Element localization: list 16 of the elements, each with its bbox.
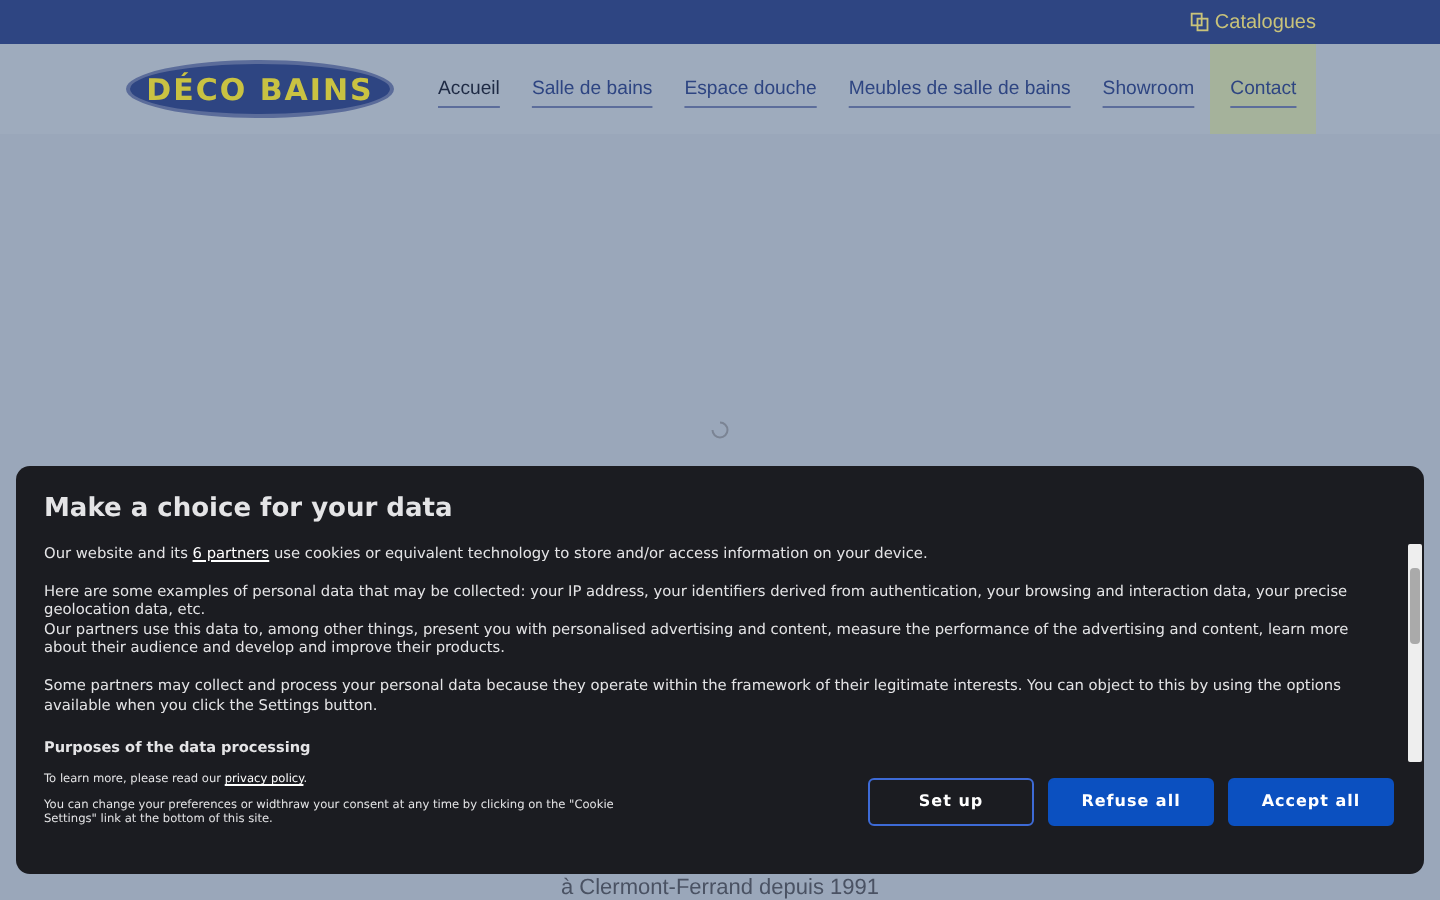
dialog-title: Make a choice for your data [44,494,455,524]
nav-link[interactable]: Contact [1210,44,1317,134]
consent-button[interactable]: Accept all [1228,777,1394,826]
consent-button[interactable]: Set up [868,777,1034,826]
consent-button[interactable]: Refuse all [1048,777,1214,826]
scrollbar-thumb[interactable] [1410,568,1420,644]
nav-link[interactable]: Salle de bains [515,44,669,134]
nav-link[interactable]: Accueil [422,44,516,134]
nav-link[interactable]: Showroom [1086,44,1211,134]
logo[interactable]: DÉCO BAINS [126,60,394,118]
nav-link[interactable]: Espace douche [668,44,833,134]
catalog-link[interactable]: Catalogues [1190,11,1316,33]
catalog-icon [1190,12,1211,32]
nav-link[interactable]: Meubles de salle de bains [832,44,1087,134]
scrollbar[interactable] [1408,544,1422,762]
hero-subtitle: à Clermont-Ferrand depuis 1991 [561,876,879,900]
